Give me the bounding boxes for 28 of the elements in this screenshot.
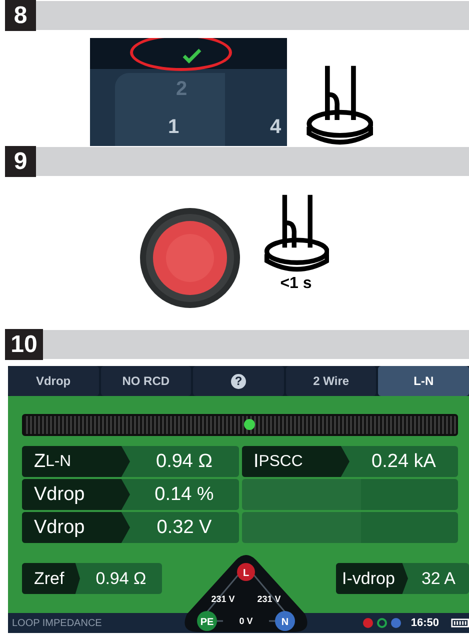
mode-label: LOOP IMPEDANCE (12, 618, 102, 628)
tab[interactable]: Vdrop (8, 366, 99, 396)
reading-label: Vdrop (22, 512, 130, 543)
battery-icon (451, 618, 469, 628)
tab[interactable]: L-N (378, 366, 469, 396)
reading-value: 0.24 kA (370, 450, 437, 474)
dial-number: 1 (168, 116, 180, 139)
help-icon: ? (230, 374, 246, 388)
clock-time: 16:50 (410, 617, 439, 629)
tab[interactable]: 2 Wire (286, 366, 376, 396)
reading-value: 0.94 Ω (94, 568, 148, 590)
help-tab[interactable]: ? (193, 366, 284, 396)
press-duration: <1 s (280, 275, 312, 293)
reading-label: I-vdrop (336, 563, 408, 594)
step-number: 9 (5, 146, 36, 177)
step-number: 8 (5, 0, 36, 31)
reading-value: 0.14 % (154, 482, 215, 506)
dial-number: 4 (270, 116, 282, 139)
check-icon (182, 48, 202, 64)
reading-value: 0.32 V (156, 516, 213, 540)
finger-press-icon (263, 193, 329, 273)
reading-value: 32 A (420, 568, 457, 590)
step-number: 10 (5, 329, 43, 360)
reading-label: Vdrop (22, 479, 130, 510)
reading-label: Zref (22, 563, 80, 594)
tab[interactable]: NO RCD (100, 366, 192, 396)
reading-value: 0.94 Ω (155, 450, 214, 474)
finger-press-icon (305, 64, 373, 146)
